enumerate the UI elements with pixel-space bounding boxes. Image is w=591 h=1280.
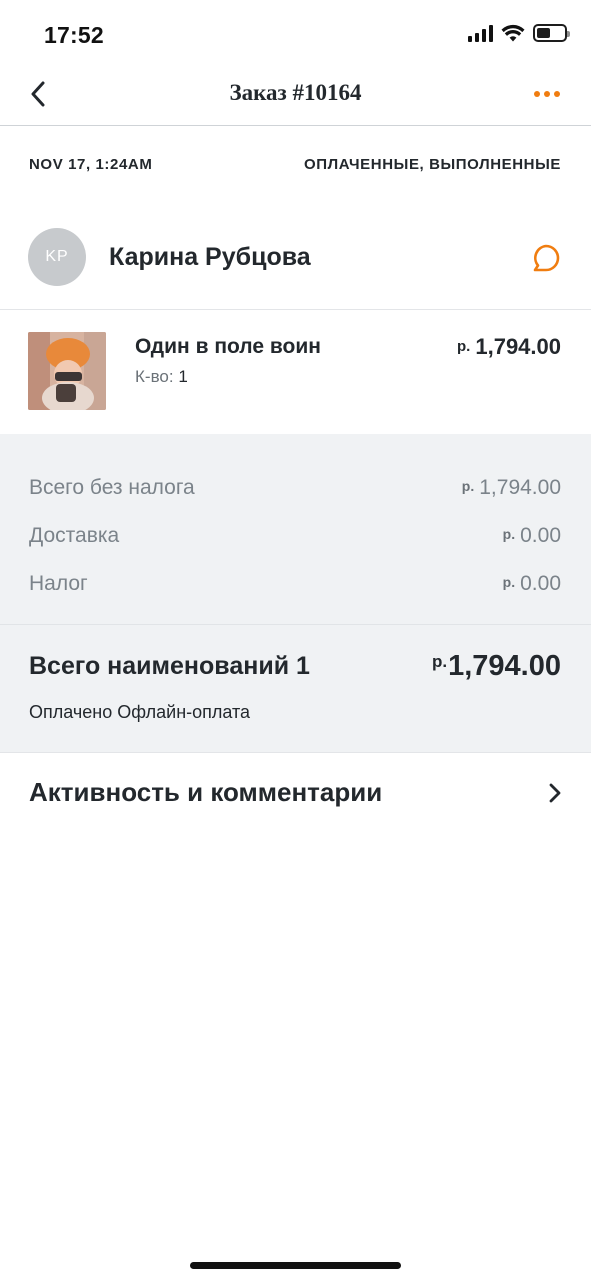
home-indicator [190,1262,401,1269]
shipping-label: Доставка [29,524,120,547]
quantity-value: 1 [178,367,188,386]
tax-label: Налог [29,572,88,595]
wifi-icon [501,24,525,42]
page-title: Заказ #10164 [229,80,362,105]
order-summary: Всего без налога р. 1,794.00 Доставка р. 0… [0,434,591,752]
subtotal-amount: р. 1,794.00 [461,476,561,499]
tax-line: Налог р. 0.00 [29,572,561,596]
activity-comments-row[interactable]: Активность и комментарии [0,752,591,836]
product-quantity: К-во: 1 [135,367,188,387]
avatar: KP [28,228,86,286]
customer-name: Карина Рубцова [109,243,311,271]
shipping-amount: р. 0.00 [502,524,561,547]
product-line-item[interactable]: Один в поле воин К-во: 1 р. 1,794.00 [0,310,591,434]
product-photo-icon [28,332,106,410]
subtotal-label: Всего без налога [29,476,195,499]
more-dots-icon [534,91,540,97]
product-image [28,332,106,410]
tax-amount: р. 0.00 [502,572,561,595]
order-date: NOV 17, 1:24AM [29,156,153,173]
product-price: р. 1,794.00 [457,334,561,360]
order-detail-screen: 17:52 Заказ #10164 NOV 17, 1:24AM ОПЛАЧЕ… [0,0,591,1280]
status-icons [468,24,570,42]
total-currency-symbol: р. [432,652,448,671]
more-options-button[interactable] [527,82,567,106]
currency-symbol: р. [457,338,471,355]
summary-divider [0,624,591,625]
status-time: 17:52 [44,22,104,48]
chat-bubble-icon[interactable] [531,243,561,273]
subtotal-line: Всего без налога р. 1,794.00 [29,476,561,500]
status-bar: 17:52 [0,0,591,70]
total-label: Всего наименований 1 [29,652,310,680]
payment-status-note: Оплачено Офлайн-оплата [29,702,251,722]
battery-icon [533,24,570,42]
quantity-label: К-во: [135,367,174,386]
product-name: Один в поле воин [135,335,321,358]
customer-row[interactable]: KP Карина Рубцова [0,210,591,310]
order-meta: NOV 17, 1:24AM ОПЛАЧЕННЫЕ, ВЫПОЛНЕННЫЕ [29,156,561,173]
total-amount: р.1,794.00 [432,650,561,682]
cellular-signal-icon [468,24,493,42]
price-amount: 1,794.00 [475,334,561,359]
shipping-line: Доставка р. 0.00 [29,524,561,548]
battery-level-fill [537,28,550,38]
navigation-bar: Заказ #10164 [0,62,591,126]
activity-label: Активность и комментарии [29,777,383,807]
chevron-right-icon [549,783,561,803]
order-status: ОПЛАЧЕННЫЕ, ВЫПОЛНЕННЫЕ [303,156,561,173]
